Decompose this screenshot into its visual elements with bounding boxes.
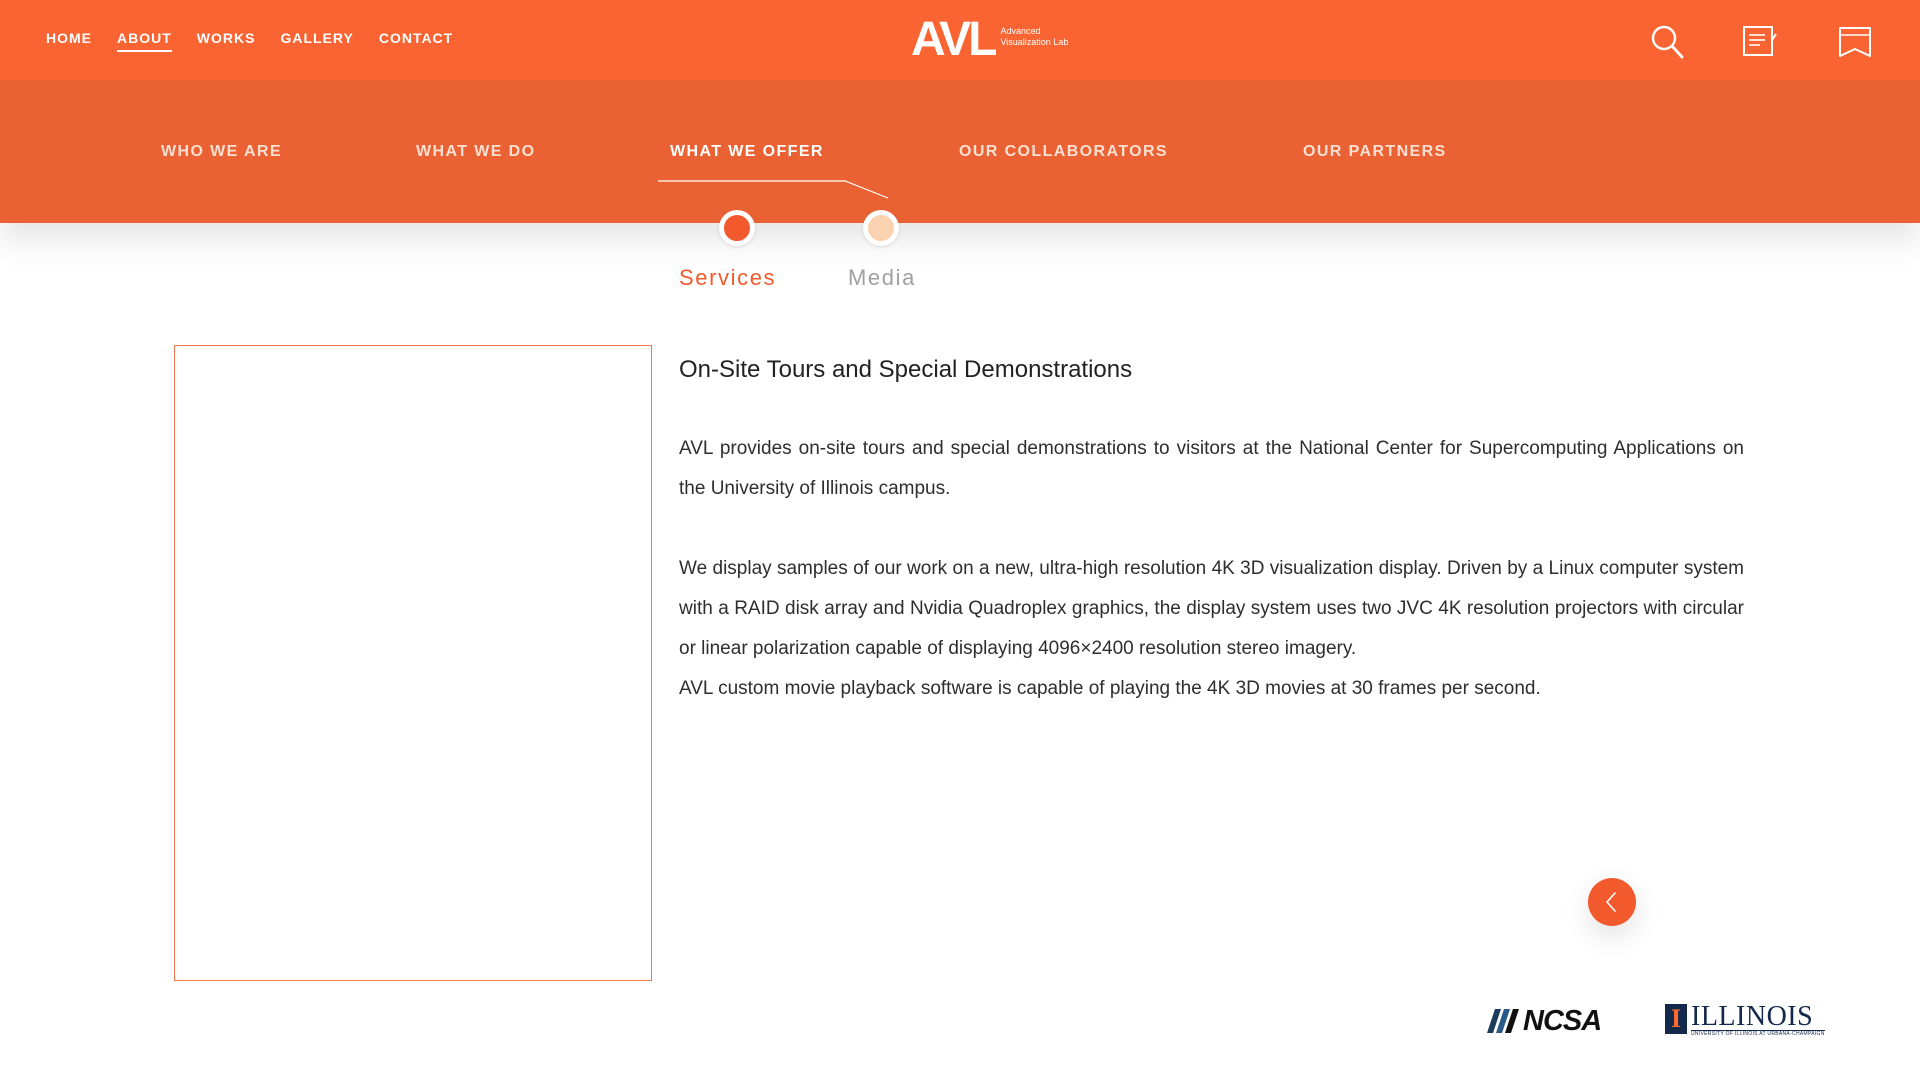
article-paragraph-2: We display samples of our work on a new,…: [679, 558, 1744, 659]
subnav-what-we-offer[interactable]: WHAT WE OFFER: [670, 143, 824, 161]
illinois-block-i: I: [1665, 1004, 1687, 1034]
illinois-text: ILLINOIS UNIVERSITY OF ILLINOIS AT URBAN…: [1691, 1001, 1825, 1037]
search-icon[interactable]: [1648, 22, 1688, 62]
subnav-our-partners[interactable]: OUR PARTNERS: [1303, 143, 1447, 161]
article: On-Site Tours and Special Demonstrations…: [679, 356, 1744, 709]
tab-services-dot[interactable]: [719, 210, 755, 246]
ncsa-wordmark: NCSA: [1523, 1004, 1602, 1037]
article-paragraph-3: AVL custom movie playback software is ca…: [679, 678, 1541, 699]
notes-icon[interactable]: [1740, 22, 1780, 62]
top-icons: [0, 22, 1920, 62]
chevron-left-icon: [1606, 892, 1616, 912]
tab-media[interactable]: Media: [848, 265, 916, 291]
section-nav-band: WHO WE ARE WHAT WE DO WHAT WE OFFER OUR …: [0, 80, 1920, 223]
article-paragraph-1: AVL provides on-site tours and special d…: [679, 438, 1744, 499]
subnav-what-we-do[interactable]: WHAT WE DO: [416, 143, 535, 161]
previous-button[interactable]: [1588, 878, 1636, 926]
ncsa-logo[interactable]: NCSA: [1487, 1004, 1602, 1037]
tab-media-dot[interactable]: [863, 210, 899, 246]
article-title: On-Site Tours and Special Demonstrations: [679, 356, 1133, 383]
illinois-subtitle: UNIVERSITY OF ILLINOIS AT URBANA-CHAMPAI…: [1691, 1030, 1825, 1037]
illinois-wordmark: ILLINOIS: [1691, 1001, 1814, 1032]
illinois-logo[interactable]: I ILLINOIS UNIVERSITY OF ILLINOIS AT URB…: [1665, 1001, 1825, 1037]
tab-services[interactable]: Services: [679, 265, 776, 291]
subnav-who-we-are[interactable]: WHO WE ARE: [161, 143, 282, 161]
top-bar: HOME ABOUT WORKS GALLERY CONTACT AVL Adv…: [0, 0, 1920, 80]
media-frame: [174, 345, 652, 981]
ncsa-mark-icon: [1487, 1009, 1519, 1033]
subnav-our-collaborators[interactable]: OUR COLLABORATORS: [959, 143, 1168, 161]
bookmark-icon[interactable]: [1836, 22, 1876, 62]
